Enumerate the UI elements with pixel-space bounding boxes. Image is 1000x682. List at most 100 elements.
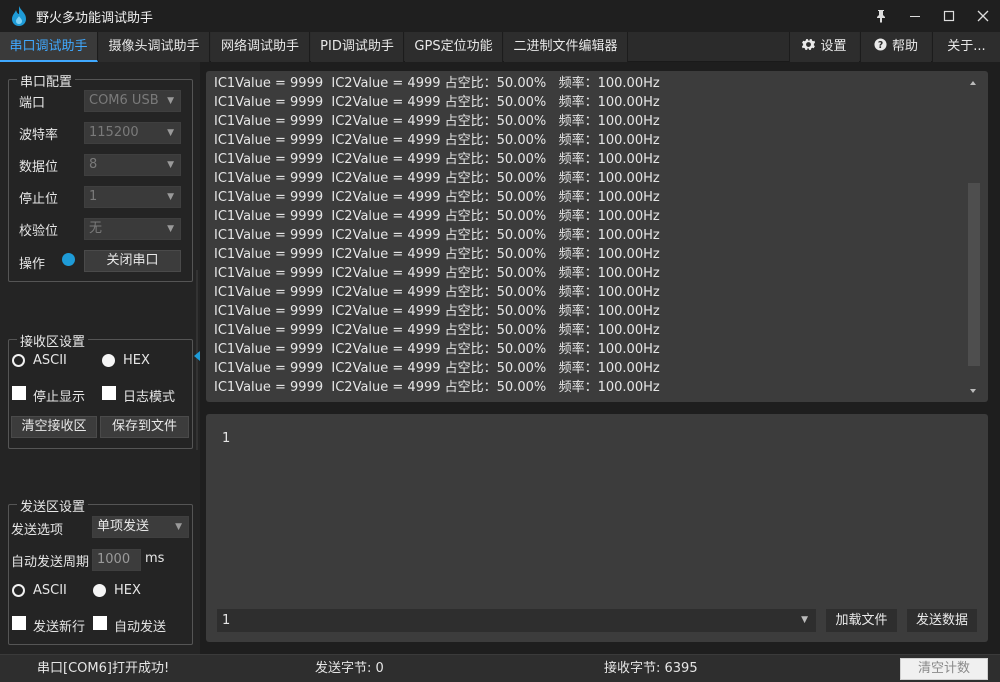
data-bits-value: 8 bbox=[89, 157, 98, 172]
baud-value: 115200 bbox=[89, 125, 139, 140]
app-title: 野火多功能调试助手 bbox=[36, 10, 154, 26]
parity-select[interactable]: 无 ▼ bbox=[84, 218, 181, 240]
tab-network-debug[interactable]: 网络调试助手 bbox=[211, 32, 310, 62]
send-settings-title: 发送区设置 bbox=[17, 496, 89, 515]
chevron-down-icon: ▼ bbox=[167, 128, 174, 138]
stop-bits-label: 停止位 bbox=[19, 192, 59, 207]
receive-ascii-radio[interactable] bbox=[12, 354, 25, 367]
port-select[interactable]: COM6 USB ▼ bbox=[84, 90, 181, 112]
auto-send-label: 自动发送 bbox=[114, 620, 167, 635]
stop-display-label: 停止显示 bbox=[33, 390, 86, 405]
receive-settings-title: 接收区设置 bbox=[17, 331, 89, 350]
gear-icon bbox=[802, 32, 816, 62]
port-value: COM6 USB bbox=[89, 93, 159, 108]
log-mode-checkbox[interactable] bbox=[102, 386, 116, 400]
help-button[interactable]: ? 帮助 bbox=[860, 32, 931, 62]
serial-config-title: 串口配置 bbox=[17, 71, 76, 90]
send-option-label: 发送选项 bbox=[11, 523, 64, 538]
send-data-button[interactable]: 发送数据 bbox=[907, 609, 977, 632]
receive-line: IC1Value = 9999 IC2Value = 4999 占空比：50.0… bbox=[214, 171, 660, 186]
send-history-combo[interactable]: 1 ▼ bbox=[217, 609, 816, 632]
receive-ascii-label: ASCII bbox=[33, 353, 67, 368]
send-ascii-radio[interactable] bbox=[12, 584, 25, 597]
parity-value: 无 bbox=[89, 221, 103, 236]
title-bar: 野火多功能调试助手 bbox=[0, 0, 1000, 32]
help-icon: ? bbox=[874, 32, 887, 62]
baud-label: 波特率 bbox=[19, 128, 59, 143]
scrollbar-thumb[interactable] bbox=[968, 183, 980, 366]
operation-label: 操作 bbox=[19, 257, 46, 272]
tab-gps[interactable]: GPS定位功能 bbox=[405, 32, 503, 62]
auto-period-label: 自动发送周期 bbox=[11, 555, 90, 570]
tab-bar: 串口调试助手 摄像头调试助手 网络调试助手 PID调试助手 GPS定位功能 二进… bbox=[0, 32, 1000, 62]
collapse-arrow-icon[interactable] bbox=[194, 351, 200, 361]
chevron-down-icon: ▼ bbox=[801, 615, 808, 625]
clear-receive-button[interactable]: 清空接收区 bbox=[11, 416, 97, 438]
send-newline-checkbox[interactable] bbox=[12, 616, 26, 630]
load-file-button[interactable]: 加载文件 bbox=[826, 609, 897, 632]
data-bits-label: 数据位 bbox=[19, 160, 59, 175]
log-mode-label: 日志模式 bbox=[123, 390, 176, 405]
receive-line: IC1Value = 9999 IC2Value = 4999 占空比：50.0… bbox=[214, 190, 660, 205]
receive-line: IC1Value = 9999 IC2Value = 4999 占空比：50.0… bbox=[214, 133, 660, 148]
receive-line: IC1Value = 9999 IC2Value = 4999 占空比：50.0… bbox=[214, 247, 660, 262]
about-button[interactable]: 关于... bbox=[932, 32, 1000, 62]
receive-line: IC1Value = 9999 IC2Value = 4999 占空比：50.0… bbox=[214, 95, 660, 110]
save-to-file-button[interactable]: 保存到文件 bbox=[100, 416, 189, 438]
tab-binary-editor[interactable]: 二进制文件编辑器 bbox=[504, 32, 628, 62]
scroll-down-icon[interactable] bbox=[970, 389, 976, 393]
flame-logo-icon bbox=[12, 6, 26, 26]
status-message: 串口[COM6]打开成功! bbox=[37, 661, 170, 676]
clear-count-button[interactable]: 清空计数 bbox=[900, 658, 988, 680]
auto-period-input[interactable]: 1000 bbox=[92, 549, 141, 571]
receive-line: IC1Value = 9999 IC2Value = 4999 占空比：50.0… bbox=[214, 323, 660, 338]
chevron-down-icon: ▼ bbox=[175, 522, 182, 532]
close-icon[interactable] bbox=[966, 0, 1000, 32]
chevron-down-icon: ▼ bbox=[167, 96, 174, 106]
send-textarea[interactable]: 1 bbox=[222, 431, 230, 446]
send-option-select[interactable]: 单项发送 ▼ bbox=[92, 516, 189, 538]
scroll-up-icon[interactable] bbox=[970, 81, 976, 85]
status-bar: 串口[COM6]打开成功! 发送字节: 0 接收字节: 6395 清空计数 bbox=[0, 654, 1000, 682]
receive-line: IC1Value = 9999 IC2Value = 4999 占空比：50.0… bbox=[214, 285, 660, 300]
send-ascii-label: ASCII bbox=[33, 583, 67, 598]
receive-line: IC1Value = 9999 IC2Value = 4999 占空比：50.0… bbox=[214, 152, 660, 167]
receive-area[interactable]: IC1Value = 9999 IC2Value = 4999 占空比：50.0… bbox=[206, 71, 988, 402]
maximize-icon[interactable] bbox=[932, 0, 966, 32]
send-hex-label: HEX bbox=[114, 583, 141, 598]
receive-line: IC1Value = 9999 IC2Value = 4999 占空比：50.0… bbox=[214, 304, 660, 319]
tab-pid-debug[interactable]: PID调试助手 bbox=[311, 32, 404, 62]
stop-display-checkbox[interactable] bbox=[12, 386, 26, 400]
receive-line: IC1Value = 9999 IC2Value = 4999 占空比：50.0… bbox=[214, 342, 660, 357]
tab-camera-debug[interactable]: 摄像头调试助手 bbox=[99, 32, 210, 62]
send-history-value: 1 bbox=[222, 613, 231, 628]
chevron-down-icon: ▼ bbox=[167, 160, 174, 170]
receive-line: IC1Value = 9999 IC2Value = 4999 占空比：50.0… bbox=[214, 361, 660, 376]
chevron-down-icon: ▼ bbox=[167, 224, 174, 234]
receive-hex-label: HEX bbox=[123, 353, 150, 368]
send-newline-label: 发送新行 bbox=[33, 620, 86, 635]
sent-bytes-counter: 发送字节: 0 bbox=[315, 661, 384, 676]
settings-button[interactable]: 设置 bbox=[789, 32, 859, 62]
send-hex-radio[interactable] bbox=[93, 584, 106, 597]
stop-bits-select[interactable]: 1 ▼ bbox=[84, 186, 181, 208]
receive-hex-radio[interactable] bbox=[102, 354, 115, 367]
send-option-value: 单项发送 bbox=[97, 519, 150, 534]
status-led bbox=[62, 253, 75, 266]
pin-icon[interactable] bbox=[864, 0, 898, 32]
tab-serial-debug[interactable]: 串口调试助手 bbox=[0, 32, 98, 62]
auto-send-checkbox[interactable] bbox=[93, 616, 107, 630]
data-bits-select[interactable]: 8 ▼ bbox=[84, 154, 181, 176]
receive-line: IC1Value = 9999 IC2Value = 4999 占空比：50.0… bbox=[214, 209, 660, 224]
settings-label: 设置 bbox=[820, 39, 847, 54]
stop-bits-value: 1 bbox=[89, 189, 98, 204]
baud-select[interactable]: 115200 ▼ bbox=[84, 122, 181, 144]
received-bytes-counter: 接收字节: 6395 bbox=[604, 661, 698, 676]
port-label: 端口 bbox=[19, 96, 46, 111]
help-label: 帮助 bbox=[891, 39, 918, 54]
svg-text:?: ? bbox=[878, 40, 883, 51]
minimize-icon[interactable] bbox=[898, 0, 932, 32]
receive-line: IC1Value = 9999 IC2Value = 4999 占空比：50.0… bbox=[214, 228, 660, 243]
close-port-button[interactable]: 关闭串口 bbox=[84, 250, 181, 272]
receive-scrollbar[interactable] bbox=[968, 77, 980, 397]
